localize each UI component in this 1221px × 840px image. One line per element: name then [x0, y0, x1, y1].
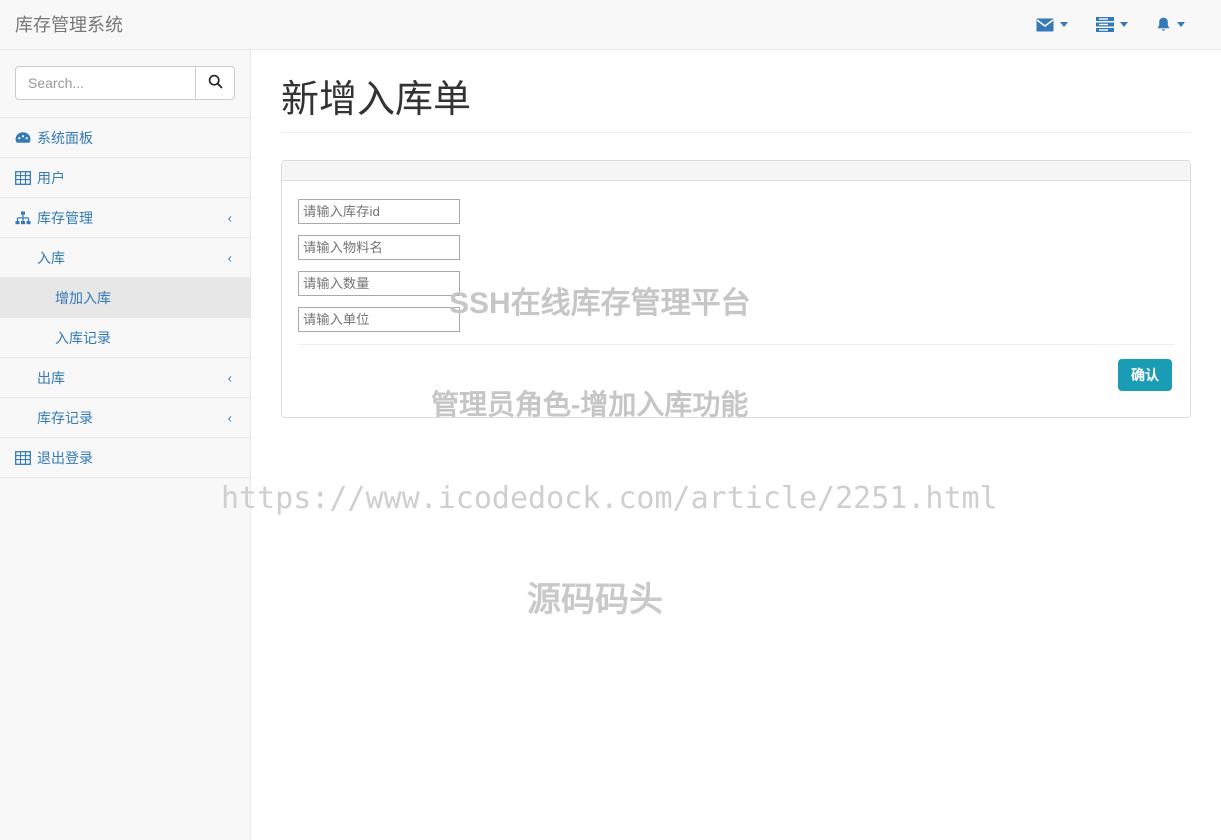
quantity-input[interactable] [298, 271, 460, 296]
sidebar-item-label: 库存管理 [37, 209, 93, 226]
chevron-left-icon: ‹ [227, 370, 232, 385]
sidebar-item-8[interactable]: 库存记录 ‹ [0, 397, 250, 437]
sidebar-item-label: 退出登录 [37, 449, 93, 466]
sidebar-item-6[interactable]: 入库记录 [0, 317, 250, 357]
sidebar-item-7[interactable]: 出库 ‹ [0, 357, 250, 397]
form-panel: 确认 [281, 160, 1191, 419]
sidebar-item-label: 出库 [37, 369, 65, 386]
search-input[interactable] [15, 66, 195, 100]
sidebar-item-label: 入库 [37, 249, 65, 266]
sidebar-item-1[interactable]: 系统面板 [0, 117, 250, 157]
panel-body: 确认 [282, 181, 1190, 417]
sidebar-item-4[interactable]: 入库 ‹ [0, 237, 250, 277]
chevron-down-icon [1120, 22, 1128, 27]
sidebar-item-label: 库存记录 [37, 409, 93, 426]
sidebar-item-label: 用户 [37, 169, 65, 186]
search-icon [208, 74, 223, 92]
inventory-id-input[interactable] [298, 199, 460, 224]
chevron-left-icon: ‹ [227, 210, 232, 225]
sidebar-item-5[interactable]: 增加入库 [0, 277, 250, 317]
sidebar-item-label: 系统面板 [37, 129, 93, 146]
sidebar-search [0, 50, 250, 117]
sidebar-item-3[interactable]: 库存管理 ‹ [0, 197, 250, 237]
confirm-button[interactable]: 确认 [1118, 359, 1172, 392]
tasks-icon [1096, 17, 1114, 32]
search-button[interactable] [195, 66, 235, 100]
alerts-dropdown[interactable] [1142, 0, 1199, 50]
form-actions: 确认 [298, 345, 1174, 401]
main-content: 新增入库单 确认 [251, 50, 1221, 840]
unit-input[interactable] [298, 307, 460, 332]
chevron-left-icon: ‹ [227, 410, 232, 425]
navbar-right-group [1022, 0, 1221, 50]
sidebar-item-9[interactable]: 退出登录 [0, 437, 250, 477]
chevron-down-icon [1060, 22, 1068, 27]
panel-heading [282, 161, 1190, 181]
title-divider [281, 131, 1191, 133]
bell-icon [1156, 17, 1171, 33]
sidebar-item-label: 增加入库 [55, 289, 111, 306]
sidebar-item-2[interactable]: 用户 [0, 157, 250, 197]
table-icon [15, 450, 37, 465]
dashboard-icon [15, 131, 37, 145]
sitemap-icon [15, 211, 37, 225]
messages-dropdown[interactable] [1022, 0, 1082, 50]
sidebar: 系统面板用户库存管理 ‹ 入库 ‹ 增加入库入库记录出库 ‹ 库存记录 ‹ 退出登录 [0, 50, 251, 840]
top-navbar: 库存管理系统 [0, 0, 1221, 50]
envelope-icon [1036, 18, 1054, 32]
page-title: 新增入库单 [281, 79, 472, 121]
inbound-form [298, 199, 1174, 332]
app-root: 库存管理系统 Search... 系统面板 用户 库存管理 ‹ 入库 ‹ 增加入… [0, 0, 1221, 840]
chevron-down-icon [1177, 22, 1185, 27]
sidebar-item-label: 入库记录 [55, 329, 111, 346]
table-icon [15, 170, 37, 185]
tasks-dropdown[interactable] [1082, 0, 1142, 50]
material-name-input[interactable] [298, 235, 460, 260]
chevron-left-icon: ‹ [227, 250, 232, 265]
sidebar-menu: 系统面板用户库存管理 ‹ 入库 ‹ 增加入库入库记录出库 ‹ 库存记录 ‹ 退出登录 [0, 117, 250, 478]
brand-title[interactable]: 库存管理系统 [0, 0, 123, 50]
